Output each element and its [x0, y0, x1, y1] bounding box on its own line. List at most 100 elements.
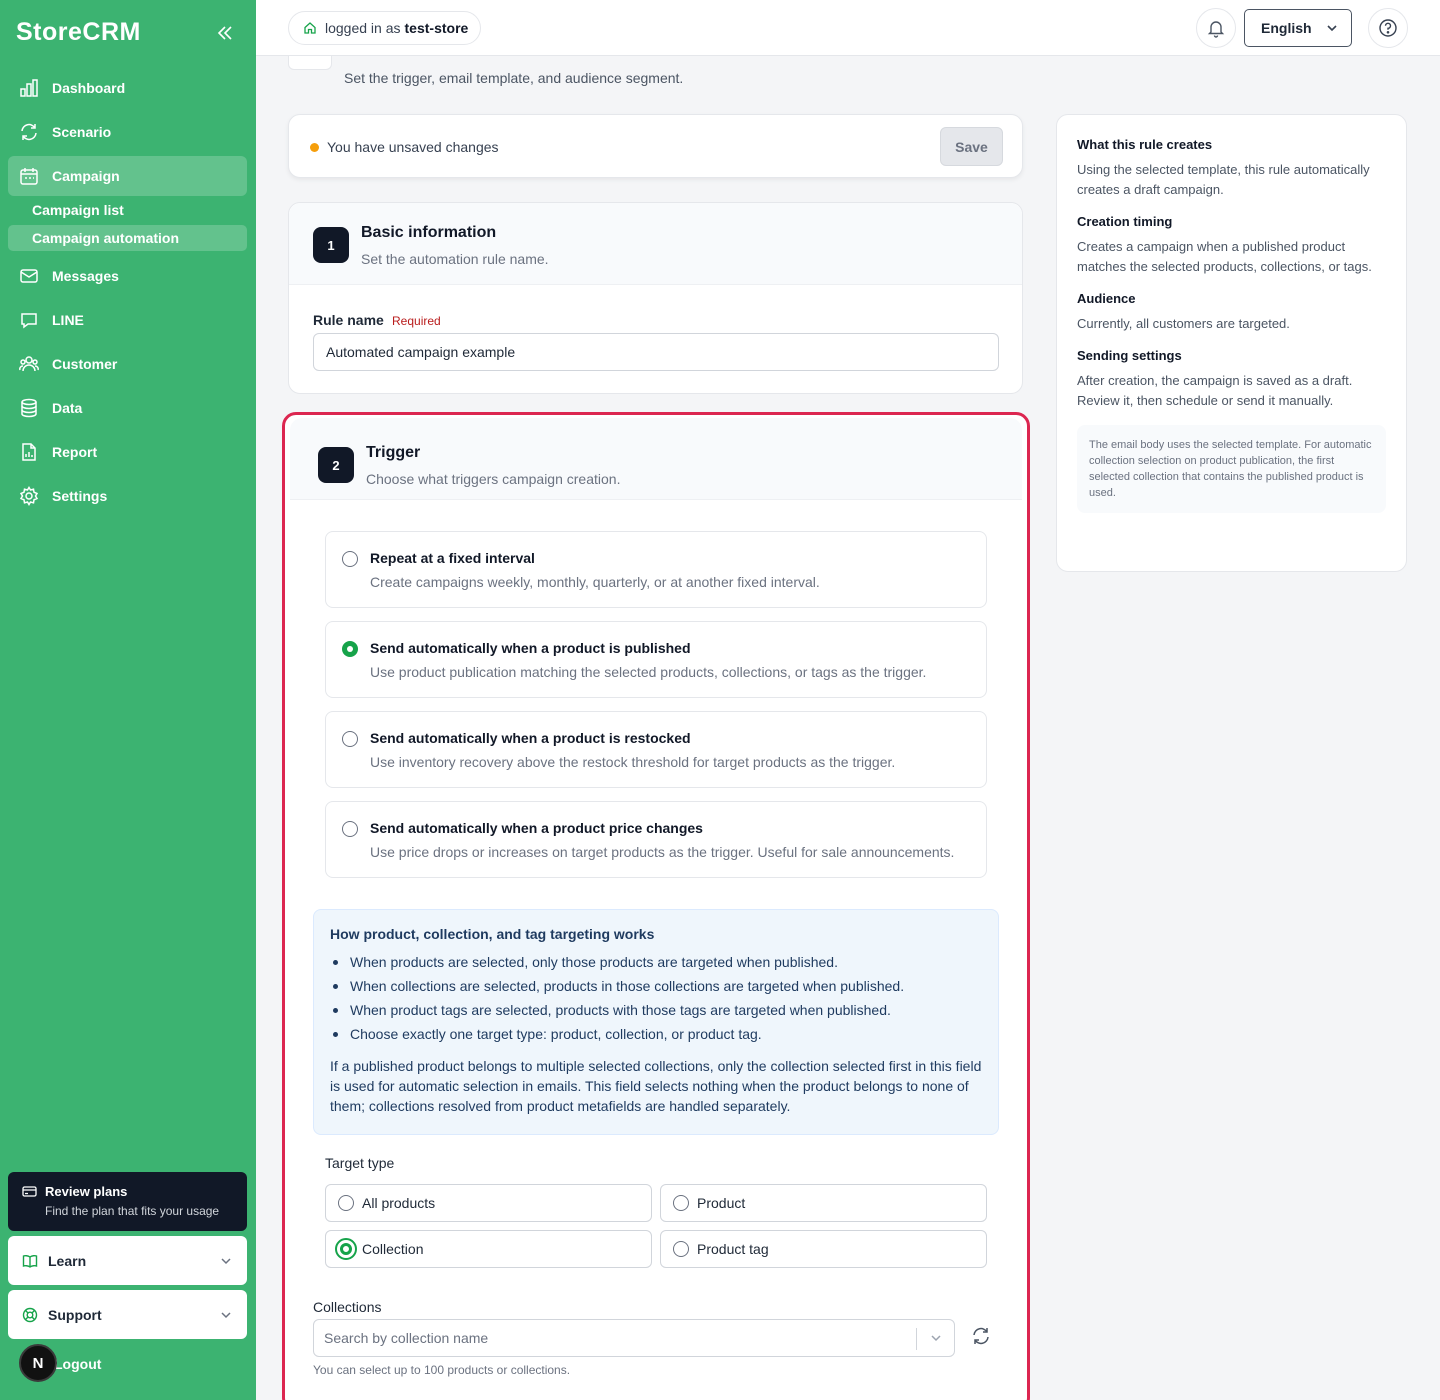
- unsaved-text: You have unsaved changes: [327, 139, 499, 155]
- sidebar-item-label: Dashboard: [52, 80, 126, 96]
- summary-note: The email body uses the selected templat…: [1077, 425, 1386, 513]
- support-accordion[interactable]: Support: [8, 1290, 247, 1339]
- sidebar-item-campaign[interactable]: Campaign: [8, 156, 247, 196]
- radio-button-selected[interactable]: [342, 641, 358, 657]
- calendar-icon: [18, 165, 40, 187]
- bell-icon: [1207, 21, 1225, 38]
- sidebar-item-customer[interactable]: Customer: [8, 344, 247, 384]
- summary-text: Creates a campaign when a published prod…: [1077, 239, 1372, 274]
- option-desc: Use product publication matching the sel…: [370, 664, 927, 680]
- refresh-icon: [18, 121, 40, 143]
- logout-link[interactable]: Logout: [54, 1356, 101, 1372]
- rule-name-label: Rule name: [313, 312, 384, 328]
- help-icon: [1379, 19, 1397, 37]
- option-title: Repeat at a fixed interval: [370, 550, 535, 566]
- target-type-product-tag[interactable]: Product tag: [660, 1230, 987, 1268]
- targeting-info-box: How product, collection, and tag targeti…: [313, 909, 999, 1135]
- option-desc: Create campaigns weekly, monthly, quarte…: [370, 574, 820, 590]
- sidebar-subitem-campaign-automation[interactable]: Campaign automation: [8, 225, 247, 251]
- collections-search-input[interactable]: Search by collection name: [313, 1319, 955, 1357]
- sidebar-item-dashboard[interactable]: Dashboard: [8, 68, 247, 108]
- chevron-down-icon: [219, 1254, 233, 1268]
- refresh-collections-button[interactable]: [971, 1326, 991, 1346]
- step-badge: 2: [318, 447, 354, 483]
- sidebar-item-scenario[interactable]: Scenario: [8, 112, 247, 152]
- notifications-button[interactable]: [1196, 8, 1236, 48]
- trigger-option-price-changes[interactable]: Send automatically when a product price …: [325, 801, 987, 878]
- bar-chart-icon: [18, 77, 40, 99]
- section-title: Basic information: [361, 224, 497, 241]
- basic-information-section: 1 Basic information Set the automation r…: [288, 202, 1023, 394]
- support-label: Support: [48, 1306, 102, 1323]
- radio-button[interactable]: [673, 1195, 689, 1211]
- collections-hint: You can select up to 100 products or col…: [313, 1363, 571, 1377]
- sidebar-item-label: Messages: [52, 268, 119, 284]
- radio-button-selected[interactable]: [335, 1238, 357, 1260]
- brand-logo[interactable]: StoreCRM: [16, 18, 141, 47]
- chevron-down-icon[interactable]: [928, 1330, 944, 1346]
- trigger-option-fixed-interval[interactable]: Repeat at a fixed interval Create campai…: [325, 531, 987, 608]
- sidebar-item-label: Settings: [52, 488, 108, 504]
- book-icon: [22, 1253, 38, 1269]
- summary-text: Using the selected template, this rule a…: [1077, 162, 1370, 197]
- sidebar-item-messages[interactable]: Messages: [8, 256, 247, 296]
- page-subtitle: Set the trigger, email template, and aud…: [344, 70, 684, 86]
- language-select[interactable]: English: [1244, 9, 1352, 47]
- section-desc: Set the automation rule name.: [361, 251, 549, 267]
- summary-text: After creation, the campaign is saved as…: [1077, 373, 1353, 408]
- divider: [916, 1328, 917, 1350]
- info-bullet: When product tags are selected, products…: [330, 998, 982, 1022]
- sidebar-item-label: Report: [52, 444, 98, 460]
- review-plans-desc: Find the plan that fits your usage: [45, 1204, 220, 1218]
- required-badge: Required: [392, 314, 441, 328]
- sidebar-item-settings[interactable]: Settings: [8, 476, 247, 516]
- chat-icon: [18, 309, 40, 331]
- target-type-label-text: Product: [697, 1195, 746, 1211]
- summary-heading: Audience: [1077, 291, 1136, 306]
- sidebar-subitem-campaign-list[interactable]: Campaign list: [8, 197, 247, 223]
- target-type-collection[interactable]: Collection: [325, 1230, 652, 1268]
- collections-placeholder: Search by collection name: [324, 1330, 489, 1346]
- radio-button[interactable]: [673, 1241, 689, 1257]
- credit-card-icon: [22, 1184, 37, 1199]
- radio-button[interactable]: [338, 1195, 354, 1211]
- save-button[interactable]: Save: [940, 127, 1003, 166]
- trigger-option-product-published[interactable]: Send automatically when a product is pub…: [325, 621, 987, 698]
- learn-accordion[interactable]: Learn: [8, 1236, 247, 1285]
- info-bullet: When collections are selected, products …: [330, 974, 982, 998]
- radio-button[interactable]: [342, 551, 358, 567]
- review-plans-card[interactable]: Review plans Find the plan that fits you…: [8, 1172, 247, 1231]
- summary-heading: Creation timing: [1077, 214, 1173, 229]
- summary-heading: What this rule creates: [1077, 137, 1213, 152]
- unsaved-changes-bar: You have unsaved changes Save: [288, 114, 1023, 178]
- avatar[interactable]: N: [19, 1344, 57, 1382]
- collapse-sidebar-icon[interactable]: [216, 24, 234, 42]
- sidebar-item-line[interactable]: LINE: [8, 300, 247, 340]
- help-button[interactable]: [1368, 8, 1408, 48]
- chevron-down-icon: [1325, 21, 1339, 35]
- target-type-all-products[interactable]: All products: [325, 1184, 652, 1222]
- radio-button[interactable]: [342, 821, 358, 837]
- home-icon: [303, 21, 317, 35]
- rule-name-input[interactable]: Automated campaign example: [313, 333, 999, 371]
- sidebar-item-label: Campaign: [52, 168, 120, 184]
- sidebar-item-report[interactable]: Report: [8, 432, 247, 472]
- trigger-option-product-restocked[interactable]: Send automatically when a product is res…: [325, 711, 987, 788]
- store-name: test-store: [404, 20, 469, 36]
- sidebar-subitem-label: Campaign list: [32, 202, 124, 218]
- target-type-label-text: Product tag: [697, 1241, 769, 1257]
- report-icon: [18, 441, 40, 463]
- option-title: Send automatically when a product is res…: [370, 730, 691, 746]
- sidebar-item-label: Customer: [52, 356, 118, 372]
- target-type-product[interactable]: Product: [660, 1184, 987, 1222]
- target-type-label-text: Collection: [362, 1241, 424, 1257]
- sidebar-item-data[interactable]: Data: [8, 388, 247, 428]
- sidebar-item-label: Data: [52, 400, 83, 416]
- info-bullet: Choose exactly one target type: product,…: [330, 1022, 982, 1046]
- sidebar-subitem-label: Campaign automation: [32, 230, 180, 246]
- gear-icon: [18, 485, 40, 507]
- section-desc: Choose what triggers campaign creation.: [366, 471, 621, 487]
- warning-dot-icon: [310, 143, 319, 152]
- section-header: 1 Basic information Set the automation r…: [289, 203, 1022, 285]
- radio-button[interactable]: [342, 731, 358, 747]
